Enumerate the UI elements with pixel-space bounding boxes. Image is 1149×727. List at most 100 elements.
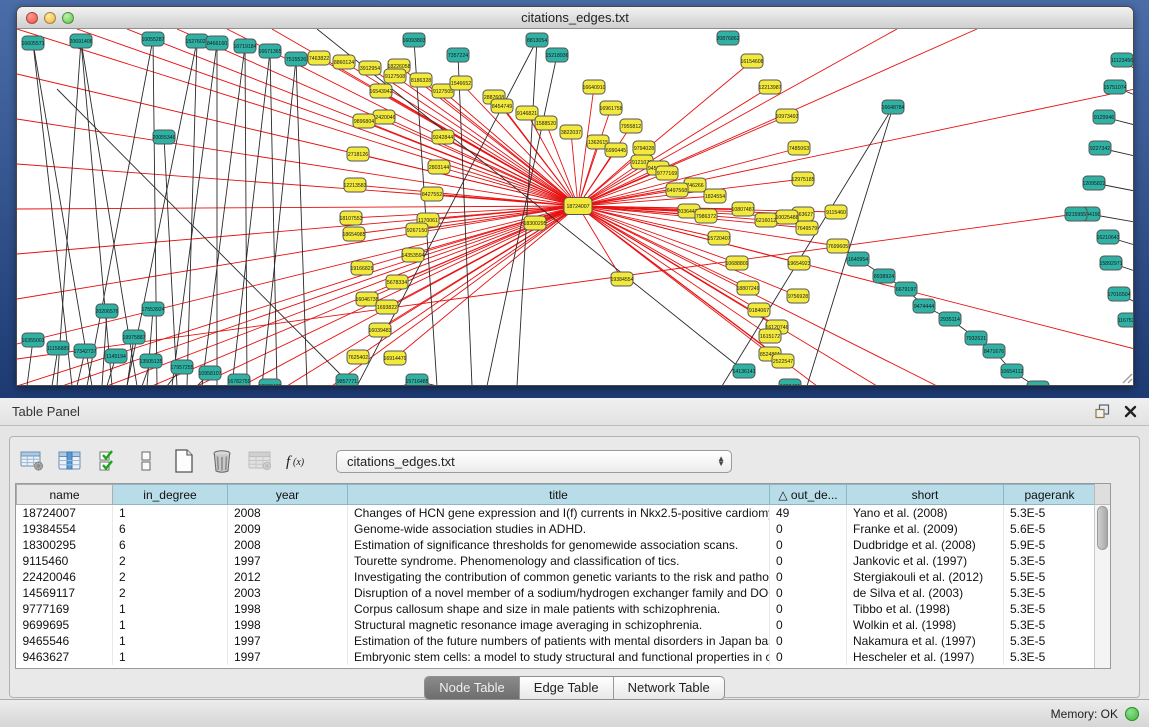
graph-node[interactable]: 9129946	[1093, 110, 1115, 124]
table-cell[interactable]: Tibbo et al. (1998)	[847, 601, 1004, 617]
table-cell[interactable]: 1998	[228, 617, 348, 633]
table-cell[interactable]: 9699695	[17, 617, 113, 633]
new-table-icon[interactable]	[170, 447, 198, 475]
table-cell[interactable]: 0	[770, 537, 847, 553]
graph-node[interactable]: 17957255	[170, 360, 193, 374]
table-cell[interactable]: 1997	[228, 649, 348, 665]
table-cell[interactable]: 5.3E-5	[1004, 601, 1096, 617]
graph-node[interactable]: 1693822	[376, 300, 398, 314]
column-header-short[interactable]: short	[847, 485, 1004, 505]
table-cell[interactable]: Stergiakouli et al. (2012)	[847, 569, 1004, 585]
table-row[interactable]: 946554611997Estimation of the future num…	[17, 633, 1096, 649]
graph-node[interactable]: 19654923	[787, 256, 810, 270]
graph-node[interactable]: 1640954	[847, 252, 869, 266]
graph-node[interactable]: 16648784	[881, 100, 904, 114]
table-row[interactable]: 969969511998Structural magnetic resonanc…	[17, 617, 1096, 633]
table-cell[interactable]: 18724007	[17, 505, 113, 521]
graph-node[interactable]: 8813054	[526, 33, 548, 47]
table-cell[interactable]: 5.3E-5	[1004, 553, 1096, 569]
table-cell[interactable]: 22420046	[17, 569, 113, 585]
table-cell[interactable]: 9115460	[17, 553, 113, 569]
attribute-table[interactable]: namein_degreeyeartitle△ out_de...shortpa…	[15, 483, 1111, 669]
graph-node[interactable]: 9474444	[913, 299, 935, 313]
graph-node[interactable]: 7955812	[620, 119, 642, 133]
graph-node[interactable]: 16605571	[21, 36, 44, 50]
graph-node[interactable]: 16355001	[21, 333, 44, 347]
graph-node[interactable]: 3912954	[359, 61, 381, 75]
graph-node[interactable]: 16046738	[355, 292, 378, 306]
table-cell[interactable]: 2	[113, 569, 228, 585]
table-vertical-scrollbar[interactable]	[1094, 505, 1110, 669]
table-cell[interactable]: 6	[113, 537, 228, 553]
graph-node[interactable]: 7357224	[447, 48, 469, 62]
table-cell[interactable]: 9465546	[17, 633, 113, 649]
table-cell[interactable]: 19384554	[17, 521, 113, 537]
graph-node[interactable]: 12213987	[758, 80, 781, 94]
graph-node[interactable]: 9245652	[1027, 381, 1049, 386]
graph-node[interactable]: 14353594	[401, 248, 424, 262]
table-row[interactable]: 1456911722003Disruption of a novel membe…	[17, 585, 1096, 601]
table-cell[interactable]: Yano et al. (2008)	[847, 505, 1004, 521]
graph-node[interactable]: 17342737	[73, 344, 96, 358]
table-cell[interactable]: 0	[770, 601, 847, 617]
table-cell[interactable]: Nakamura et al. (1997)	[847, 633, 1004, 649]
graph-node[interactable]: 16782759	[227, 374, 250, 386]
column-header-pagerank[interactable]: pagerank	[1004, 485, 1096, 505]
graph-node[interactable]: 10654112	[1001, 364, 1024, 378]
table-cell[interactable]: 0	[770, 617, 847, 633]
graph-node[interactable]: 20876862	[716, 31, 739, 45]
graph-node[interactable]: 22420046	[372, 110, 395, 124]
graph-node[interactable]: 16093803	[402, 33, 425, 47]
table-cell[interactable]: Structural magnetic resonance image aver…	[348, 617, 770, 633]
graph-node[interactable]: 1546652	[450, 76, 472, 90]
graph-node[interactable]: 15720407	[707, 231, 730, 245]
graph-node[interactable]: 15276021	[185, 34, 208, 48]
table-cell[interactable]: Estimation of the future numbers of pati…	[348, 633, 770, 649]
graph-node[interactable]: 17016504	[1107, 287, 1130, 301]
graph-node[interactable]: 7986372	[695, 209, 717, 223]
graph-node[interactable]: 15218936	[545, 48, 568, 62]
table-row[interactable]: 1872400712008Changes of HCN gene express…	[17, 505, 1096, 521]
graph-node[interactable]: 9794028	[633, 141, 655, 155]
table-cell[interactable]: Estimation of significance thresholds fo…	[348, 537, 770, 553]
graph-node[interactable]: 11675300	[1118, 313, 1134, 327]
graph-node[interactable]: 1145194	[105, 349, 127, 363]
table-settings-icon[interactable]	[18, 447, 46, 475]
graph-node[interactable]: 5678334	[386, 275, 408, 289]
graph-node[interactable]: 20055346	[152, 130, 175, 144]
graph-node[interactable]: 8215955	[1065, 207, 1087, 221]
graph-node[interactable]: 10688809	[725, 256, 748, 270]
column-header-out_de[interactable]: △ out_de...	[770, 485, 847, 505]
graph-node[interactable]: 17553924	[141, 302, 164, 316]
close-icon[interactable]	[1124, 405, 1137, 418]
graph-node[interactable]: 1615172	[759, 329, 781, 343]
graph-node[interactable]: 8427552	[421, 187, 443, 201]
graph-node[interactable]: 7515526	[285, 52, 307, 66]
table-cell[interactable]: Franke et al. (2009)	[847, 521, 1004, 537]
table-cell[interactable]: 1997	[228, 553, 348, 569]
graph-node[interactable]: 15751074	[1103, 80, 1126, 94]
graph-node[interactable]: 15892971	[1099, 256, 1122, 270]
graph-node[interactable]: 12923488	[258, 379, 281, 386]
graph-node[interactable]: 20691406	[69, 34, 92, 48]
table-cell[interactable]: 2012	[228, 569, 348, 585]
column-header-in_degree[interactable]: in_degree	[113, 485, 228, 505]
table-cell[interactable]: Genome-wide association studies in ADHD.	[348, 521, 770, 537]
graph-node[interactable]: 18724007	[564, 198, 592, 215]
table-cell[interactable]: 5.3E-5	[1004, 585, 1096, 601]
graph-node[interactable]: 8186328	[410, 73, 432, 87]
table-cell[interactable]: 1	[113, 601, 228, 617]
table-cell[interactable]: de Silva et al. (2003)	[847, 585, 1004, 601]
table-row[interactable]: 977716911998Corpus callosum shape and si…	[17, 601, 1096, 617]
rows-icon[interactable]	[132, 447, 160, 475]
graph-node[interactable]: 9184067	[748, 303, 770, 317]
graph-node[interactable]: 2522547	[772, 354, 794, 368]
column-header-name[interactable]: name	[17, 485, 113, 505]
graph-node[interactable]: 19166829	[350, 261, 373, 275]
tab-network-table[interactable]: Network Table	[614, 677, 724, 699]
table-cell[interactable]: Investigating the contribution of common…	[348, 569, 770, 585]
table-cell[interactable]: Dudbridge et al. (2008)	[847, 537, 1004, 553]
graph-node[interactable]: 9896804	[353, 114, 375, 128]
graph-node[interactable]: 19975887	[122, 330, 145, 344]
table-cell[interactable]: Embryonic stem cells: a model to study s…	[348, 649, 770, 665]
